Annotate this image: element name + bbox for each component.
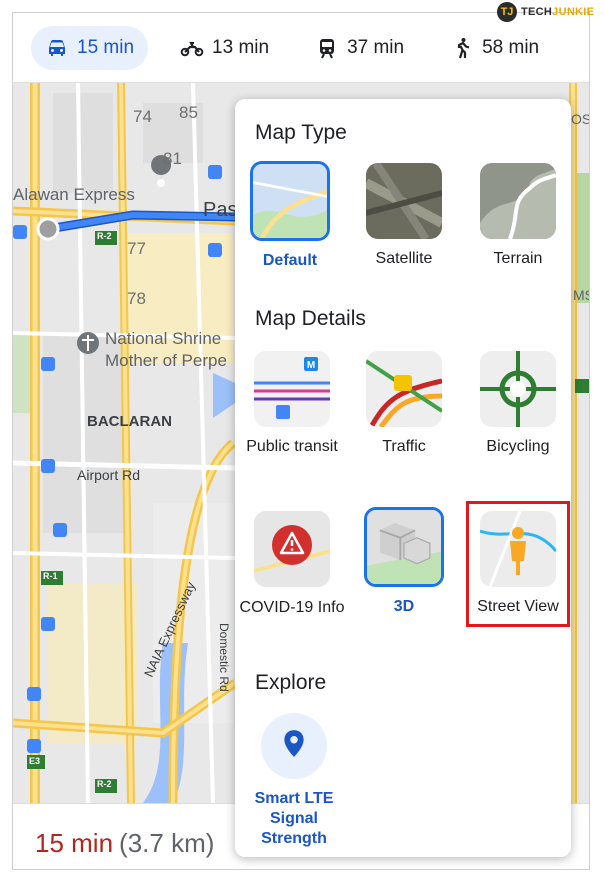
map-label-shrine-1: National Shrine [105,329,222,348]
map-type-title: Map Type [255,121,347,144]
car-icon [45,36,69,60]
map-type-default-label: Default [262,252,318,269]
bicycling-label: Bicycling [486,438,550,455]
map-type-satellite-label: Satellite [375,250,433,267]
svg-text:M: M [307,360,315,371]
terrain-map-thumbnail [480,163,556,239]
3d-thumbnail [364,507,444,587]
public-transit-label: Public transit [246,438,338,455]
map-type-default[interactable]: Default [233,161,347,271]
mode-walking[interactable]: 58 min [436,26,553,70]
watermark-text-b: JUNKIE [552,6,595,18]
satellite-map-thumbnail [366,163,442,239]
bicycling-thumbnail [480,351,556,427]
map-layers-panel: Map Type Default Satellite Terrain Map D… [235,99,571,857]
motorcycle-icon [180,36,204,60]
detail-3d[interactable]: 3D [347,507,461,617]
mode-rideshare[interactable] [571,26,589,70]
mode-transit-label: 37 min [347,36,405,58]
detail-bicycling[interactable]: Bicycling [461,351,575,457]
walk-icon [450,36,474,60]
detail-traffic[interactable]: Traffic [347,351,461,457]
rideshare-icon [585,36,589,60]
traffic-thumbnail [366,351,442,427]
map-label-ms: MS [573,287,589,303]
map-details-title: Map Details [255,307,366,330]
mode-transit[interactable]: 37 min [301,26,418,70]
detail-public-transit[interactable]: M Public transit [235,351,349,457]
travel-mode-bar: 15 min 13 min 37 min 58 min [13,13,589,83]
map-label-81: 81 [163,149,182,168]
mode-driving-label: 15 min [77,36,135,58]
watermark-text-a: TECH [521,6,553,18]
map-label-domestic-rd: Domestic Rd [217,623,231,692]
map-shield-r2-top: R-2 [97,231,112,241]
explore-title: Explore [255,671,327,694]
techjunkie-watermark: TJ TECHJUNKIE [497,2,594,22]
maps-screen: 15 min 13 min 37 min 58 min Alawan Expre… [12,12,590,870]
map-label-74: 74 [133,107,152,126]
mode-driving[interactable]: 15 min [31,25,149,70]
techjunkie-logo: TJ [497,2,517,22]
location-pin-icon [281,729,307,764]
map-shield-r2-bottom: R-2 [97,779,112,789]
map-label-alawan: Alawan Express [13,185,135,204]
map-label-airport-rd: Airport Rd [77,467,141,483]
map-type-terrain[interactable]: Terrain [461,163,575,269]
map-label-77: 77 [127,239,146,258]
route-distance: (3.7 km) [119,828,215,858]
smart-lte-label: Smart LTE Signal Strength [254,790,334,847]
route-duration: 15 min [35,828,114,858]
map-type-terrain-label: Terrain [493,250,543,267]
mode-motorcycle-label: 13 min [212,36,270,58]
3d-label: 3D [393,598,415,615]
detail-covid-info[interactable]: COVID-19 Info [235,511,349,618]
map-label-78: 78 [127,289,146,308]
transit-icon [315,36,339,60]
map-shield-e3: E3 [29,756,41,766]
map-type-satellite[interactable]: Satellite [347,163,461,269]
street-view-highlight-box [466,501,570,627]
default-map-thumbnail [250,161,330,241]
map-label-baclaran: BACLARAN [87,413,172,430]
map-label-osa: OSA [571,111,589,127]
covid-info-label: COVID-19 Info [239,599,345,616]
public-transit-thumbnail: M [254,351,330,427]
mode-walking-label: 58 min [482,36,540,58]
map-shield-r1: R-1 [43,571,58,581]
covid-info-thumbnail [254,511,330,587]
smart-lte-circle [261,713,327,779]
explore-smart-lte[interactable]: Smart LTE Signal Strength [237,713,351,849]
map-label-85: 85 [179,103,198,122]
map-label-shrine-2: Mother of Perpe [105,351,227,370]
mode-motorcycle[interactable]: 13 min [166,26,283,70]
traffic-label: Traffic [382,438,426,455]
